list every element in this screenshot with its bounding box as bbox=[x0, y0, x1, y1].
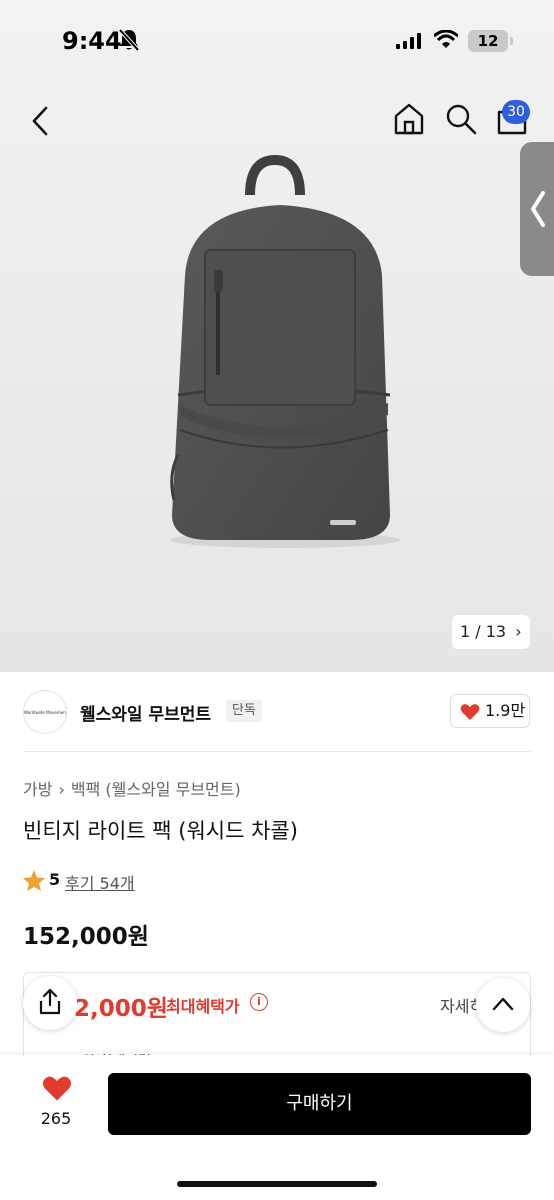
chevron-right-icon: › bbox=[515, 622, 522, 641]
buy-button[interactable]: 구매하기 bbox=[108, 1073, 531, 1135]
chevron-up-icon bbox=[492, 997, 514, 1011]
product-image-backpack bbox=[170, 155, 400, 548]
cart-count-badge: 30 bbox=[502, 100, 530, 124]
share-icon bbox=[39, 989, 61, 1015]
bottom-action-bar: 265 구매하기 bbox=[0, 1055, 554, 1200]
brand-like-button[interactable]: 1.9만 bbox=[450, 694, 530, 728]
search-icon[interactable] bbox=[444, 102, 478, 136]
battery-indicator: 12 bbox=[468, 30, 513, 52]
signal-icon bbox=[396, 33, 421, 49]
brand-like-count: 1.9만 bbox=[485, 701, 526, 720]
back-icon[interactable] bbox=[26, 104, 56, 138]
benefit-price: 2,000원 bbox=[74, 996, 168, 1022]
exclusive-badge: 단독 bbox=[226, 700, 262, 722]
home-icon[interactable] bbox=[392, 102, 426, 136]
chevron-right-icon: › bbox=[58, 780, 65, 799]
product-price: 152,000원 bbox=[23, 924, 149, 950]
side-drawer-tab[interactable] bbox=[520, 142, 554, 276]
rating-score: 5 bbox=[49, 870, 61, 889]
info-icon[interactable]: i bbox=[250, 993, 268, 1011]
divider bbox=[23, 751, 531, 752]
scroll-top-button[interactable] bbox=[476, 978, 530, 1032]
bell-off-icon bbox=[118, 28, 140, 52]
page-indicator-text: 1 / 13 bbox=[460, 622, 507, 641]
breadcrumb-category[interactable]: 가방 bbox=[23, 780, 52, 799]
brand-row: Worldwide Movement 웰스와일 무브먼트 단독 1.9만 bbox=[0, 672, 554, 752]
review-link[interactable]: 후기 54개 bbox=[65, 870, 135, 894]
wifi-icon bbox=[434, 30, 458, 48]
breadcrumb-subcategory[interactable]: 백팩 (웰스와일 무브먼트) bbox=[71, 780, 241, 799]
status-time: 9:44 bbox=[62, 27, 122, 55]
benefit-label: 최대혜택가 bbox=[166, 997, 240, 1016]
brand-name[interactable]: 웰스와일 무브먼트 bbox=[80, 700, 211, 725]
brand-logo[interactable]: Worldwide Movement bbox=[23, 690, 67, 734]
benefit-box[interactable]: 2,000원 최대혜택가 i 자세히 3,040원 최대적립 bbox=[23, 972, 531, 1062]
share-button[interactable] bbox=[23, 976, 77, 1030]
product-gallery[interactable]: 9:44 12 30 1 / 13 › bbox=[0, 0, 554, 672]
breadcrumb: 가방 › 백팩 (웰스와일 무브먼트) bbox=[23, 776, 241, 800]
chevron-left-icon bbox=[531, 191, 545, 227]
home-indicator bbox=[177, 1181, 377, 1187]
status-bar: 9:44 12 bbox=[0, 0, 554, 80]
heart-icon[interactable] bbox=[42, 1075, 72, 1102]
wish-count: 265 bbox=[40, 1109, 72, 1128]
heart-icon bbox=[460, 704, 480, 720]
product-title: 빈티지 라이트 팩 (워시드 차콜) bbox=[23, 819, 298, 843]
star-icon bbox=[23, 870, 45, 891]
gallery-page-indicator[interactable]: 1 / 13 › bbox=[452, 615, 530, 649]
